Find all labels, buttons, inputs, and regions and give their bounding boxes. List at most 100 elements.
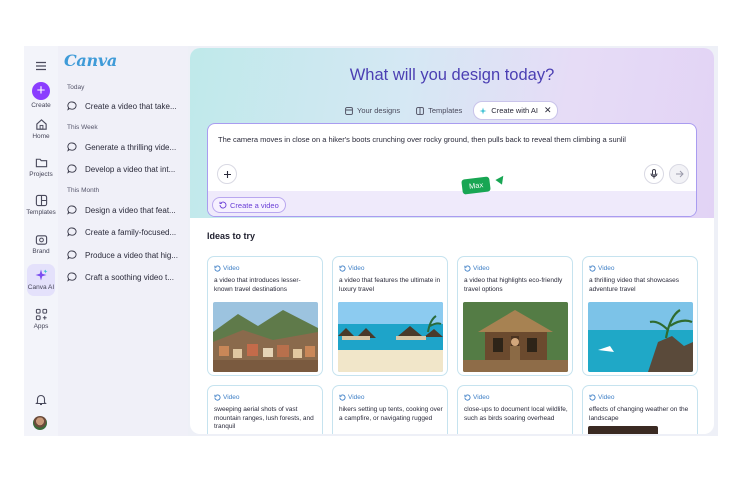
rail-label: Apps: [33, 323, 49, 330]
rail-home[interactable]: Home: [24, 118, 58, 140]
rail-label: Create: [31, 102, 51, 109]
history-item[interactable]: Develop a video that int...: [67, 164, 185, 174]
history-item-label: Develop a video that int...: [85, 164, 176, 174]
tab-label: Create with AI: [491, 106, 538, 115]
create-video-label: Create a video: [230, 200, 279, 210]
history-item[interactable]: Create a family-focused...: [67, 227, 185, 237]
rail-label: Projects: [29, 171, 53, 178]
card-tag: Video: [339, 265, 365, 272]
video-icon: [464, 394, 471, 401]
section-label-this-month: This Month: [67, 187, 100, 194]
card-tag: Video: [464, 394, 490, 401]
idea-card[interactable]: Video effects of changing weather on the…: [582, 385, 698, 434]
idea-card[interactable]: Video a video that features the ultimate…: [332, 256, 448, 376]
card-tag-label: Video: [598, 265, 615, 272]
section-label-this-week: This Week: [67, 124, 98, 131]
idea-card[interactable]: Video sweeping aerial shots of vast moun…: [207, 385, 323, 434]
mode-tabs: Your designs Templates Create with AI ✕: [340, 101, 558, 120]
history-item-label: Design a video that feat...: [85, 205, 176, 215]
sparkle-icon: [35, 269, 48, 281]
card-tag: Video: [589, 265, 615, 272]
video-icon: [339, 394, 346, 401]
folder-icon: [35, 158, 47, 168]
section-label-today: Today: [67, 84, 85, 91]
video-icon: [464, 265, 471, 272]
card-thumbnail: [588, 302, 693, 372]
history-item[interactable]: Produce a video that hig...: [67, 250, 185, 260]
history-item-label: Create a video that take...: [85, 101, 177, 111]
chat-bubble-icon: [67, 142, 77, 152]
templates-icon: [35, 194, 47, 207]
card-thumbnail: [463, 302, 568, 372]
add-button[interactable]: [217, 164, 237, 184]
card-tag-label: Video: [223, 265, 240, 272]
home-icon: [35, 119, 47, 130]
bell-icon[interactable]: [35, 393, 47, 411]
card-tag-label: Video: [473, 265, 490, 272]
hero-banner: What will you design today? Your designs…: [190, 48, 714, 218]
history-item[interactable]: Create a video that take...: [67, 101, 185, 111]
card-tag: Video: [464, 265, 490, 272]
card-tag-label: Video: [473, 394, 490, 401]
tab-your-designs[interactable]: Your designs: [340, 103, 405, 118]
arrow-right-icon: [675, 170, 684, 178]
submit-button[interactable]: [669, 164, 689, 184]
templates-icon: [416, 106, 424, 115]
microphone-button[interactable]: [644, 164, 664, 184]
main-panel: What will you design today? Your designs…: [190, 48, 714, 434]
card-text: a video that features the ultimate in lu…: [339, 277, 441, 293]
rail-apps[interactable]: Apps: [24, 308, 58, 330]
card-text: sweeping aerial shots of vast mountain r…: [214, 406, 314, 430]
video-icon: [214, 394, 221, 401]
tab-templates[interactable]: Templates: [411, 103, 467, 118]
tab-label: Templates: [428, 106, 463, 115]
idea-card[interactable]: Video a thrilling video that showcases a…: [582, 256, 698, 376]
close-icon[interactable]: ✕: [544, 105, 552, 116]
idea-card[interactable]: Video hikers setting up tents, cooking o…: [332, 385, 448, 434]
prompt-footer: Create a video: [208, 191, 696, 216]
history-item-label: Produce a video that hig...: [85, 250, 178, 260]
idea-card[interactable]: Video a video that highlights eco-friend…: [457, 256, 573, 376]
avatar[interactable]: [33, 416, 47, 430]
history-panel: Canva Today Create a video that take... …: [58, 46, 188, 436]
card-text: close-ups to document local wildlife, su…: [464, 406, 568, 422]
history-item[interactable]: Generate a thrilling vide...: [67, 142, 185, 152]
card-tag-label: Video: [598, 394, 615, 401]
card-text: effects of changing weather on the lands…: [589, 406, 689, 422]
ideas-heading: Ideas to try: [207, 231, 256, 241]
video-icon: [214, 265, 221, 272]
brand-icon: [35, 235, 47, 245]
video-icon: [589, 394, 596, 401]
rail-brand[interactable]: Brand: [24, 233, 58, 255]
plus-icon: [223, 170, 231, 178]
left-rail: + Create Home Projects Templates Brand C…: [24, 46, 58, 436]
rail-create[interactable]: + Create: [24, 82, 58, 109]
menu-icon[interactable]: [35, 58, 47, 76]
chat-bubble-icon: [67, 272, 77, 282]
sparkle-icon: [479, 107, 487, 114]
prompt-input[interactable]: The camera moves in close on a hiker's b…: [218, 134, 638, 145]
prompt-box[interactable]: The camera moves in close on a hiker's b…: [207, 123, 697, 217]
card-tag-label: Video: [348, 394, 365, 401]
idea-card[interactable]: Video close-ups to document local wildli…: [457, 385, 573, 434]
tab-create-with-ai[interactable]: Create with AI ✕: [473, 101, 558, 120]
history-item[interactable]: Design a video that feat...: [67, 205, 185, 215]
history-item[interactable]: Craft a soothing video t...: [67, 272, 185, 282]
idea-card[interactable]: Video a video that introduces lesser-kno…: [207, 256, 323, 376]
card-tag-label: Video: [223, 394, 240, 401]
tab-label: Your designs: [357, 106, 401, 115]
canva-logo[interactable]: Canva: [64, 51, 117, 70]
card-text: hikers setting up tents, cooking over a …: [339, 406, 443, 422]
card-text: a video that highlights eco-friendly tra…: [464, 277, 563, 293]
rail-label: Templates: [26, 209, 56, 216]
rail-canva-ai[interactable]: Canva AI: [24, 268, 58, 291]
video-icon: [219, 201, 227, 209]
card-thumbnail: [338, 302, 443, 372]
rail-templates[interactable]: Templates: [24, 194, 58, 216]
card-tag: Video: [214, 265, 240, 272]
history-item-label: Generate a thrilling vide...: [85, 142, 177, 152]
chat-bubble-icon: [67, 250, 77, 260]
create-video-chip[interactable]: Create a video: [212, 197, 286, 213]
chat-bubble-icon: [67, 101, 77, 111]
rail-projects[interactable]: Projects: [24, 156, 58, 178]
